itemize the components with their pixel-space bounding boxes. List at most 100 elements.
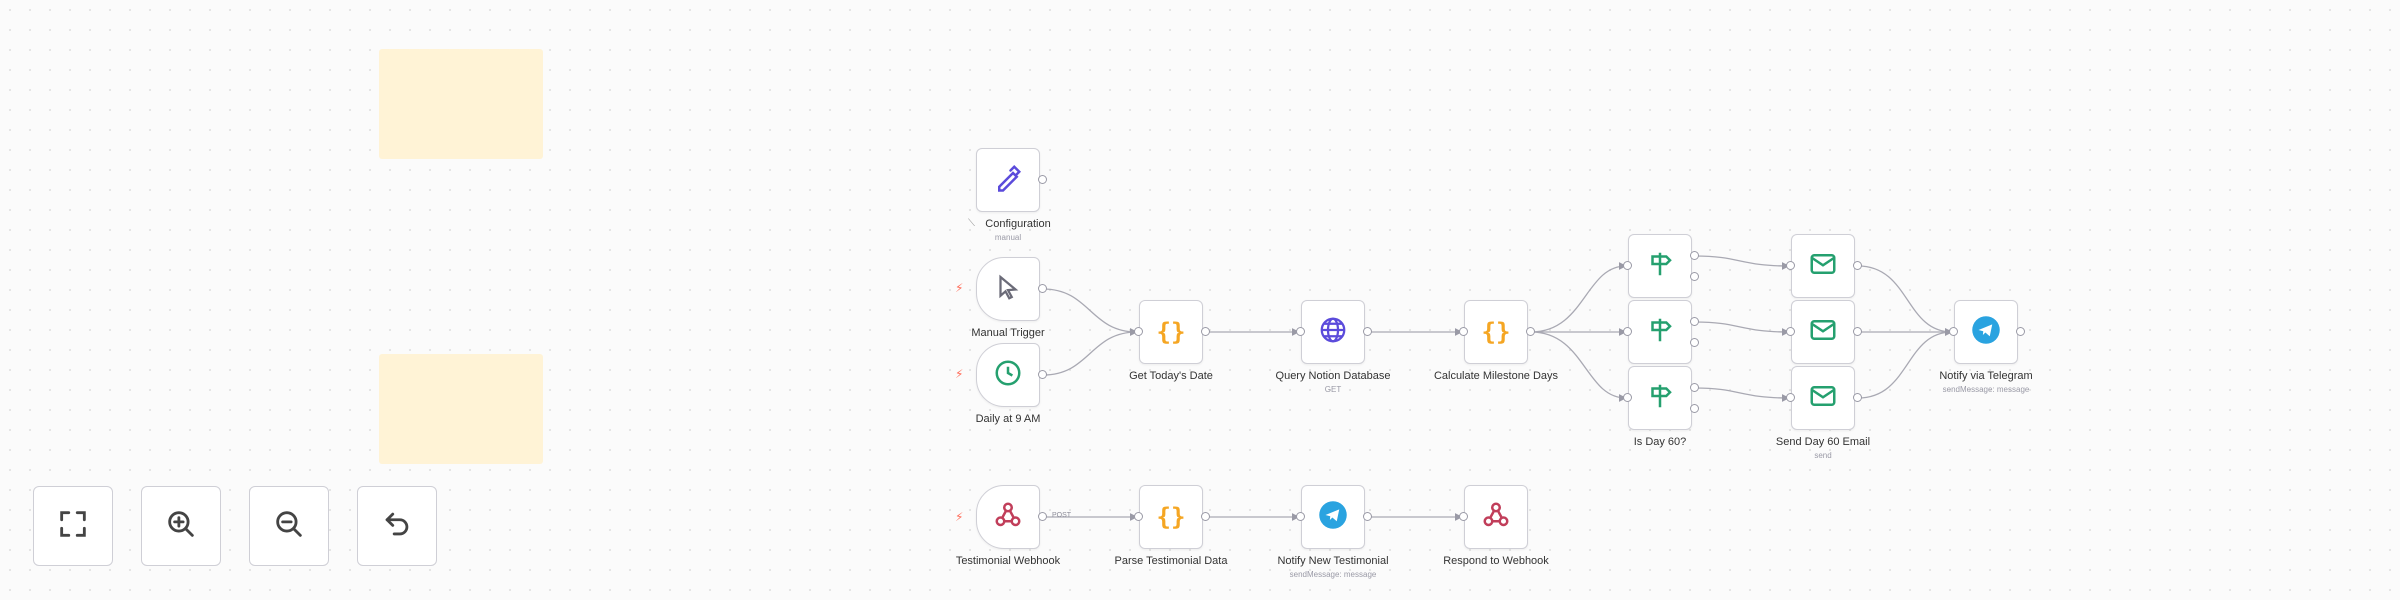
node-label: Respond to Webhook [1443,555,1549,567]
output-handle[interactable] [1853,393,1862,402]
node-parse-testimonial-data[interactable]: {} [1139,485,1203,549]
input-handle[interactable] [1296,512,1305,521]
telegram-icon [1971,315,2001,350]
reset-zoom-button[interactable] [357,486,437,566]
output-handle[interactable] [1363,512,1372,521]
sticky-note[interactable] [379,354,543,464]
node-label: Calculate Milestone Days [1433,370,1559,382]
envelope-icon [1808,249,1838,284]
node-manual-trigger[interactable] [976,257,1040,321]
zoom-in-icon [164,507,198,546]
output-handle[interactable] [1853,327,1862,336]
node-send-email-2[interactable] [1791,300,1855,364]
sticky-note[interactable] [379,49,543,159]
fit-view-button[interactable] [33,486,113,566]
output-true-handle[interactable] [1690,317,1699,326]
lightning-icon: ⚡ [955,367,964,381]
connection [1530,331,1627,402]
output-handle[interactable] [1201,327,1210,336]
node-is-day-60[interactable] [1628,366,1692,430]
node-if-2[interactable] [1628,300,1692,364]
input-handle[interactable] [1623,327,1632,336]
fit-view-icon [56,507,90,546]
input-handle[interactable] [1459,512,1468,521]
connection [1042,288,1138,336]
output-false-handle[interactable] [1690,338,1699,347]
globe-icon [1318,315,1348,350]
node-get-todays-date[interactable]: {} [1139,300,1203,364]
node-calculate-milestone-days[interactable]: {} [1464,300,1528,364]
clock-icon [993,358,1023,393]
input-handle[interactable] [1949,327,1958,336]
node-label: Notify via Telegram [1939,370,2033,382]
output-handle[interactable] [1038,370,1047,379]
connection [1694,387,1790,402]
input-handle[interactable] [1296,327,1305,336]
connection [1694,255,1790,270]
input-handle[interactable] [1786,393,1795,402]
output-handle[interactable] [1201,512,1210,521]
input-handle[interactable] [1786,261,1795,270]
output-handle[interactable] [2016,327,2025,336]
envelope-icon [1808,315,1838,350]
telegram-icon [1318,500,1348,535]
zoom-in-button[interactable] [141,486,221,566]
code-braces-icon: {} [1156,318,1186,346]
signpost-icon [1645,315,1675,350]
code-braces-icon: {} [1156,503,1186,531]
node-subtitle: sendMessage: message [1289,570,1377,579]
code-braces-icon: {} [1481,318,1511,346]
node-daily-schedule[interactable] [976,343,1040,407]
zoom-out-button[interactable] [249,486,329,566]
node-subtitle: send [1814,451,1832,460]
zoom-out-icon [272,507,306,546]
node-send-day-60-email[interactable] [1791,366,1855,430]
output-true-handle[interactable] [1690,383,1699,392]
output-handle[interactable] [1363,327,1372,336]
webhook-icon [993,500,1023,535]
input-handle[interactable] [1134,512,1143,521]
cursor-icon [993,272,1023,307]
output-handle[interactable] [1526,327,1535,336]
connection [1694,321,1790,336]
node-label: Parse Testimonial Data [1114,555,1228,567]
output-handle[interactable] [1038,512,1047,521]
connection [1530,262,1627,333]
node-label: Notify New Testimonial [1277,555,1389,567]
node-notify-via-telegram[interactable] [1954,300,2018,364]
output-handle[interactable] [1038,284,1047,293]
input-handle[interactable] [1623,261,1632,270]
node-label: Query Notion Database [1275,370,1391,382]
input-handle[interactable] [1459,327,1468,336]
node-send-email-1[interactable] [1791,234,1855,298]
node-label: Is Day 60? [1633,436,1687,448]
output-handle[interactable] [1038,175,1047,184]
lightning-icon: ⚡ [955,510,964,524]
output-handle[interactable] [1853,261,1862,270]
node-notify-new-testimonial[interactable] [1301,485,1365,549]
node-query-notion-database[interactable] [1301,300,1365,364]
output-true-handle[interactable] [1690,251,1699,260]
node-subtitle: sendMessage: message [1942,385,2030,394]
envelope-icon [1808,381,1838,416]
node-label: Manual Trigger [971,327,1045,339]
node-subtitle: GET [1324,385,1342,394]
input-handle[interactable] [1623,393,1632,402]
input-handle[interactable] [1134,327,1143,336]
edge-label: POST [1052,512,1072,519]
node-testimonial-webhook[interactable] [976,485,1040,549]
output-false-handle[interactable] [1690,404,1699,413]
input-handle[interactable] [1786,327,1795,336]
undo-icon [380,507,414,546]
node-label: Send Day 60 Email [1775,436,1871,448]
webhook-icon [1481,500,1511,535]
connection [1857,265,1953,336]
node-if-1[interactable] [1628,234,1692,298]
node-respond-to-webhook[interactable] [1464,485,1528,549]
node-label: Testimonial Webhook [955,555,1061,567]
node-label: Get Today's Date [1129,370,1213,382]
output-false-handle[interactable] [1690,272,1699,281]
node-configuration[interactable] [976,148,1040,212]
lightning-icon: ⚡ [955,281,964,295]
signpost-icon [1645,381,1675,416]
